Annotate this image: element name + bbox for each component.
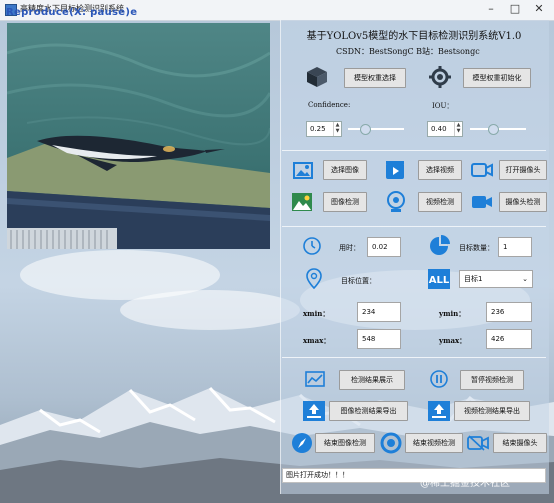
target-count-field[interactable]: 1 <box>498 237 532 257</box>
iou-spinbox[interactable]: 0.40 ▲ ▼ <box>427 121 463 137</box>
confidence-spinbox[interactable]: 0.25 ▲ ▼ <box>306 121 342 137</box>
confidence-slider[interactable] <box>348 128 404 130</box>
confidence-slider-handle[interactable] <box>359 124 371 135</box>
image-detect-icon <box>292 193 312 211</box>
spin-arrows-icon[interactable]: ▲ ▼ <box>454 122 462 136</box>
stop-icon <box>380 432 402 454</box>
camera-detect-button[interactable]: 摄像头检测 <box>499 192 547 212</box>
pause-icon <box>430 370 448 388</box>
open-camera-button[interactable]: 打开摄像头 <box>499 160 547 180</box>
end-image-detect-button[interactable]: 结束图像检测 <box>315 433 375 453</box>
ymin-field[interactable]: 236 <box>486 302 532 322</box>
maximize-button[interactable]: □ <box>504 2 526 16</box>
spin-arrows-icon[interactable]: ▲ ▼ <box>333 122 341 136</box>
line-chart-icon <box>305 371 325 387</box>
window-titlebar: 高精度水下目标检测识别系统 Reproduce(X: pause)e – □ ✕ <box>0 0 554 21</box>
confidence-label: Confidence: <box>308 101 351 109</box>
model-weight-init-button[interactable]: 模型权重初始化 <box>463 68 531 88</box>
camera-icon <box>471 163 493 177</box>
close-button[interactable]: ✕ <box>528 2 550 16</box>
confidence-value: 0.25 <box>310 125 326 133</box>
target-select-value: 目标1 <box>464 275 483 283</box>
end-video-detect-button[interactable]: 结束视频检测 <box>405 433 463 453</box>
image-display <box>7 23 270 249</box>
ymax-field[interactable]: 426 <box>486 329 532 349</box>
control-panel <box>280 20 549 494</box>
image-icon <box>293 162 313 179</box>
credits-text: CSDN：BestSongC B站：Bestsongc <box>336 47 480 56</box>
gear-icon <box>429 66 451 88</box>
clock-icon <box>303 237 321 255</box>
time-label: 用时： <box>339 244 360 252</box>
upload-icon <box>303 401 325 421</box>
select-image-button[interactable]: 选择图像 <box>323 160 367 180</box>
select-video-button[interactable]: 选择视频 <box>418 160 462 180</box>
divider <box>282 357 546 358</box>
all-icon: ALL <box>428 269 450 289</box>
xmin-field[interactable]: 234 <box>357 302 401 322</box>
camera-detect-icon <box>472 196 492 208</box>
xmax-field[interactable]: 548 <box>357 329 401 349</box>
show-results-button[interactable]: 检测结果展示 <box>339 370 405 390</box>
target-count-label: 目标数量： <box>459 244 494 252</box>
divider <box>282 150 546 151</box>
minimize-button[interactable]: – <box>480 2 502 16</box>
target-position-label: 目标位置： <box>341 277 376 285</box>
xmax-label: xmax： <box>303 336 331 345</box>
iou-value: 0.40 <box>431 125 447 133</box>
detected-image <box>7 23 270 249</box>
image-detect-button[interactable]: 图像检测 <box>323 192 367 212</box>
upload-icon <box>428 401 450 421</box>
svg-text:ALL: ALL <box>429 275 450 286</box>
watermark-text: @稀土掘金技术社区 <box>420 478 510 489</box>
pie-chart-icon <box>430 235 450 255</box>
cloud <box>120 290 300 330</box>
target-select[interactable]: 目标1 ⌄ <box>459 270 533 288</box>
compass-icon <box>292 433 312 453</box>
export-video-results-button[interactable]: 视频检测结果导出 <box>454 401 530 421</box>
location-pin-icon <box>306 268 322 290</box>
divider <box>282 226 546 227</box>
iou-label: IOU： <box>432 102 454 110</box>
app-heading: 基于YOLOv5模型的水下目标检测识别系统V1.0 <box>306 31 522 42</box>
end-camera-button[interactable]: 结束摄像头 <box>493 433 547 453</box>
webcam-icon <box>387 191 405 212</box>
video-icon <box>386 161 404 179</box>
model-weight-select-button[interactable]: 模型权重选择 <box>344 68 406 88</box>
ymin-label: ymin： <box>439 309 466 318</box>
time-field[interactable]: 0.02 <box>367 237 401 257</box>
xmin-label: xmin： <box>303 309 330 318</box>
camera-off-icon <box>467 435 489 451</box>
cube-icon <box>307 67 327 87</box>
video-detect-button[interactable]: 视频检测 <box>418 192 462 212</box>
pause-video-detect-button[interactable]: 暂停视频检测 <box>460 370 524 390</box>
chevron-down-icon: ⌄ <box>522 275 528 283</box>
export-image-results-button[interactable]: 图像检测结果导出 <box>329 401 408 421</box>
ymax-label: ymax： <box>439 336 467 345</box>
recording-overlay-text: Reproduce(X: pause)e <box>6 7 138 18</box>
